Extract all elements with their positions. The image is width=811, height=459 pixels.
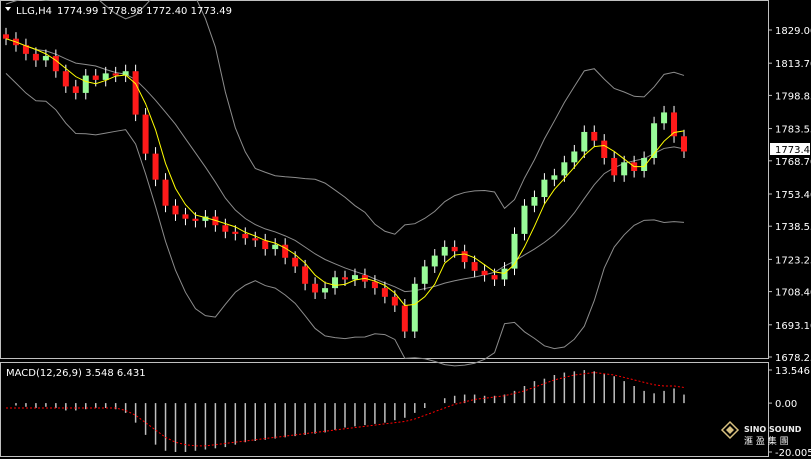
price-tick-label: 1723.25: [775, 255, 811, 266]
price-tick-label: 1798.85: [775, 91, 811, 102]
macd-tick-label: 0.00: [775, 399, 797, 410]
candle-body: [571, 151, 578, 163]
candle-body: [342, 277, 348, 280]
candle-body: [3, 34, 9, 39]
candle-body: [541, 179, 548, 198]
candle-body: [262, 240, 269, 250]
symbol-label: LLG,H4: [16, 6, 52, 17]
svg-text:1773.49: 1773.49: [775, 145, 811, 156]
candle-body: [332, 277, 339, 289]
candle-body: [312, 283, 319, 293]
candle-body: [411, 283, 418, 332]
candle-body: [152, 153, 159, 180]
candle-body: [371, 281, 378, 289]
candle-body: [272, 244, 279, 250]
candle-body: [62, 71, 69, 87]
candle-body: [601, 140, 608, 158]
macd-label: MACD(12,26,9) 3.548 6.431: [6, 368, 146, 379]
candle-body: [421, 266, 428, 284]
candle-body: [531, 197, 538, 206]
candle-body: [381, 288, 388, 297]
candle-body: [52, 56, 59, 72]
candle-body: [132, 71, 139, 115]
candle-body: [611, 157, 618, 176]
candle-body: [481, 270, 488, 276]
candle-body: [501, 268, 508, 280]
candle-body: [142, 114, 149, 154]
price-tick-label: 1738.55: [775, 222, 811, 233]
price-tick-label: 1829.00: [775, 26, 811, 37]
macd-tick-label: 13.546: [775, 366, 810, 377]
candle-body: [551, 175, 558, 180]
candle-body: [172, 205, 179, 215]
price-tick-label: 1768.70: [775, 157, 811, 168]
candle-body: [42, 56, 49, 61]
candle-body: [521, 205, 528, 234]
candle-body: [351, 275, 358, 280]
candle-body: [82, 75, 89, 93]
candle-body: [401, 305, 408, 332]
price-tick-label: 1708.40: [775, 288, 811, 299]
candle-body: [591, 131, 598, 141]
candle-body: [112, 73, 119, 76]
candle-body: [92, 75, 99, 80]
candle-body: [292, 257, 299, 267]
candle-body: [461, 251, 468, 263]
price-tick-label: 1813.70: [775, 59, 811, 70]
candle-body: [322, 288, 329, 293]
candle-body: [182, 214, 189, 219]
price-tick-label: 1783.55: [775, 125, 811, 136]
current-price-marker: 1773.49: [770, 143, 811, 156]
ohlc-values: 1774.99 1778.98 1772.40 1773.49: [57, 6, 232, 17]
candle-body: [651, 123, 658, 158]
price-tick-label: 1753.40: [775, 190, 811, 201]
candle-body: [441, 246, 448, 256]
price-tick-label: 1693.10: [775, 321, 811, 332]
candle-body: [621, 162, 628, 176]
candle-body: [32, 53, 39, 61]
candle-body: [232, 231, 239, 234]
candle-body: [491, 275, 498, 280]
candle-body: [302, 266, 309, 284]
macd-tick-label: -20.005: [775, 448, 811, 459]
watermark-sub: 滙 盈 集 團: [744, 435, 789, 447]
candle-body: [471, 262, 478, 271]
candle-body: [391, 296, 398, 306]
candle-body: [561, 162, 568, 176]
candle-body: [102, 73, 109, 80]
candle-body: [681, 136, 687, 152]
price-panel: [0, 0, 769, 359]
price-tick-label: 1678.25: [775, 353, 811, 364]
candle-body: [431, 255, 438, 267]
candle-body: [581, 131, 588, 152]
candle-body: [162, 179, 169, 206]
candle-body: [451, 246, 458, 252]
candle-body: [72, 86, 79, 93]
candle-body: [222, 225, 229, 232]
candle-body: [252, 238, 259, 241]
candle-body: [661, 112, 668, 124]
watermark-brand: SINO SOUND: [744, 425, 802, 434]
price-axis: 1829.00 1813.70 1798.85 1783.55 1768.70 1753.…: [768, 26, 811, 364]
candle-body: [242, 233, 249, 239]
candle-body: [192, 218, 199, 221]
trading-chart[interactable]: 1829.00 1813.70 1798.85 1783.55 1768.70 1753.…: [0, 0, 811, 459]
